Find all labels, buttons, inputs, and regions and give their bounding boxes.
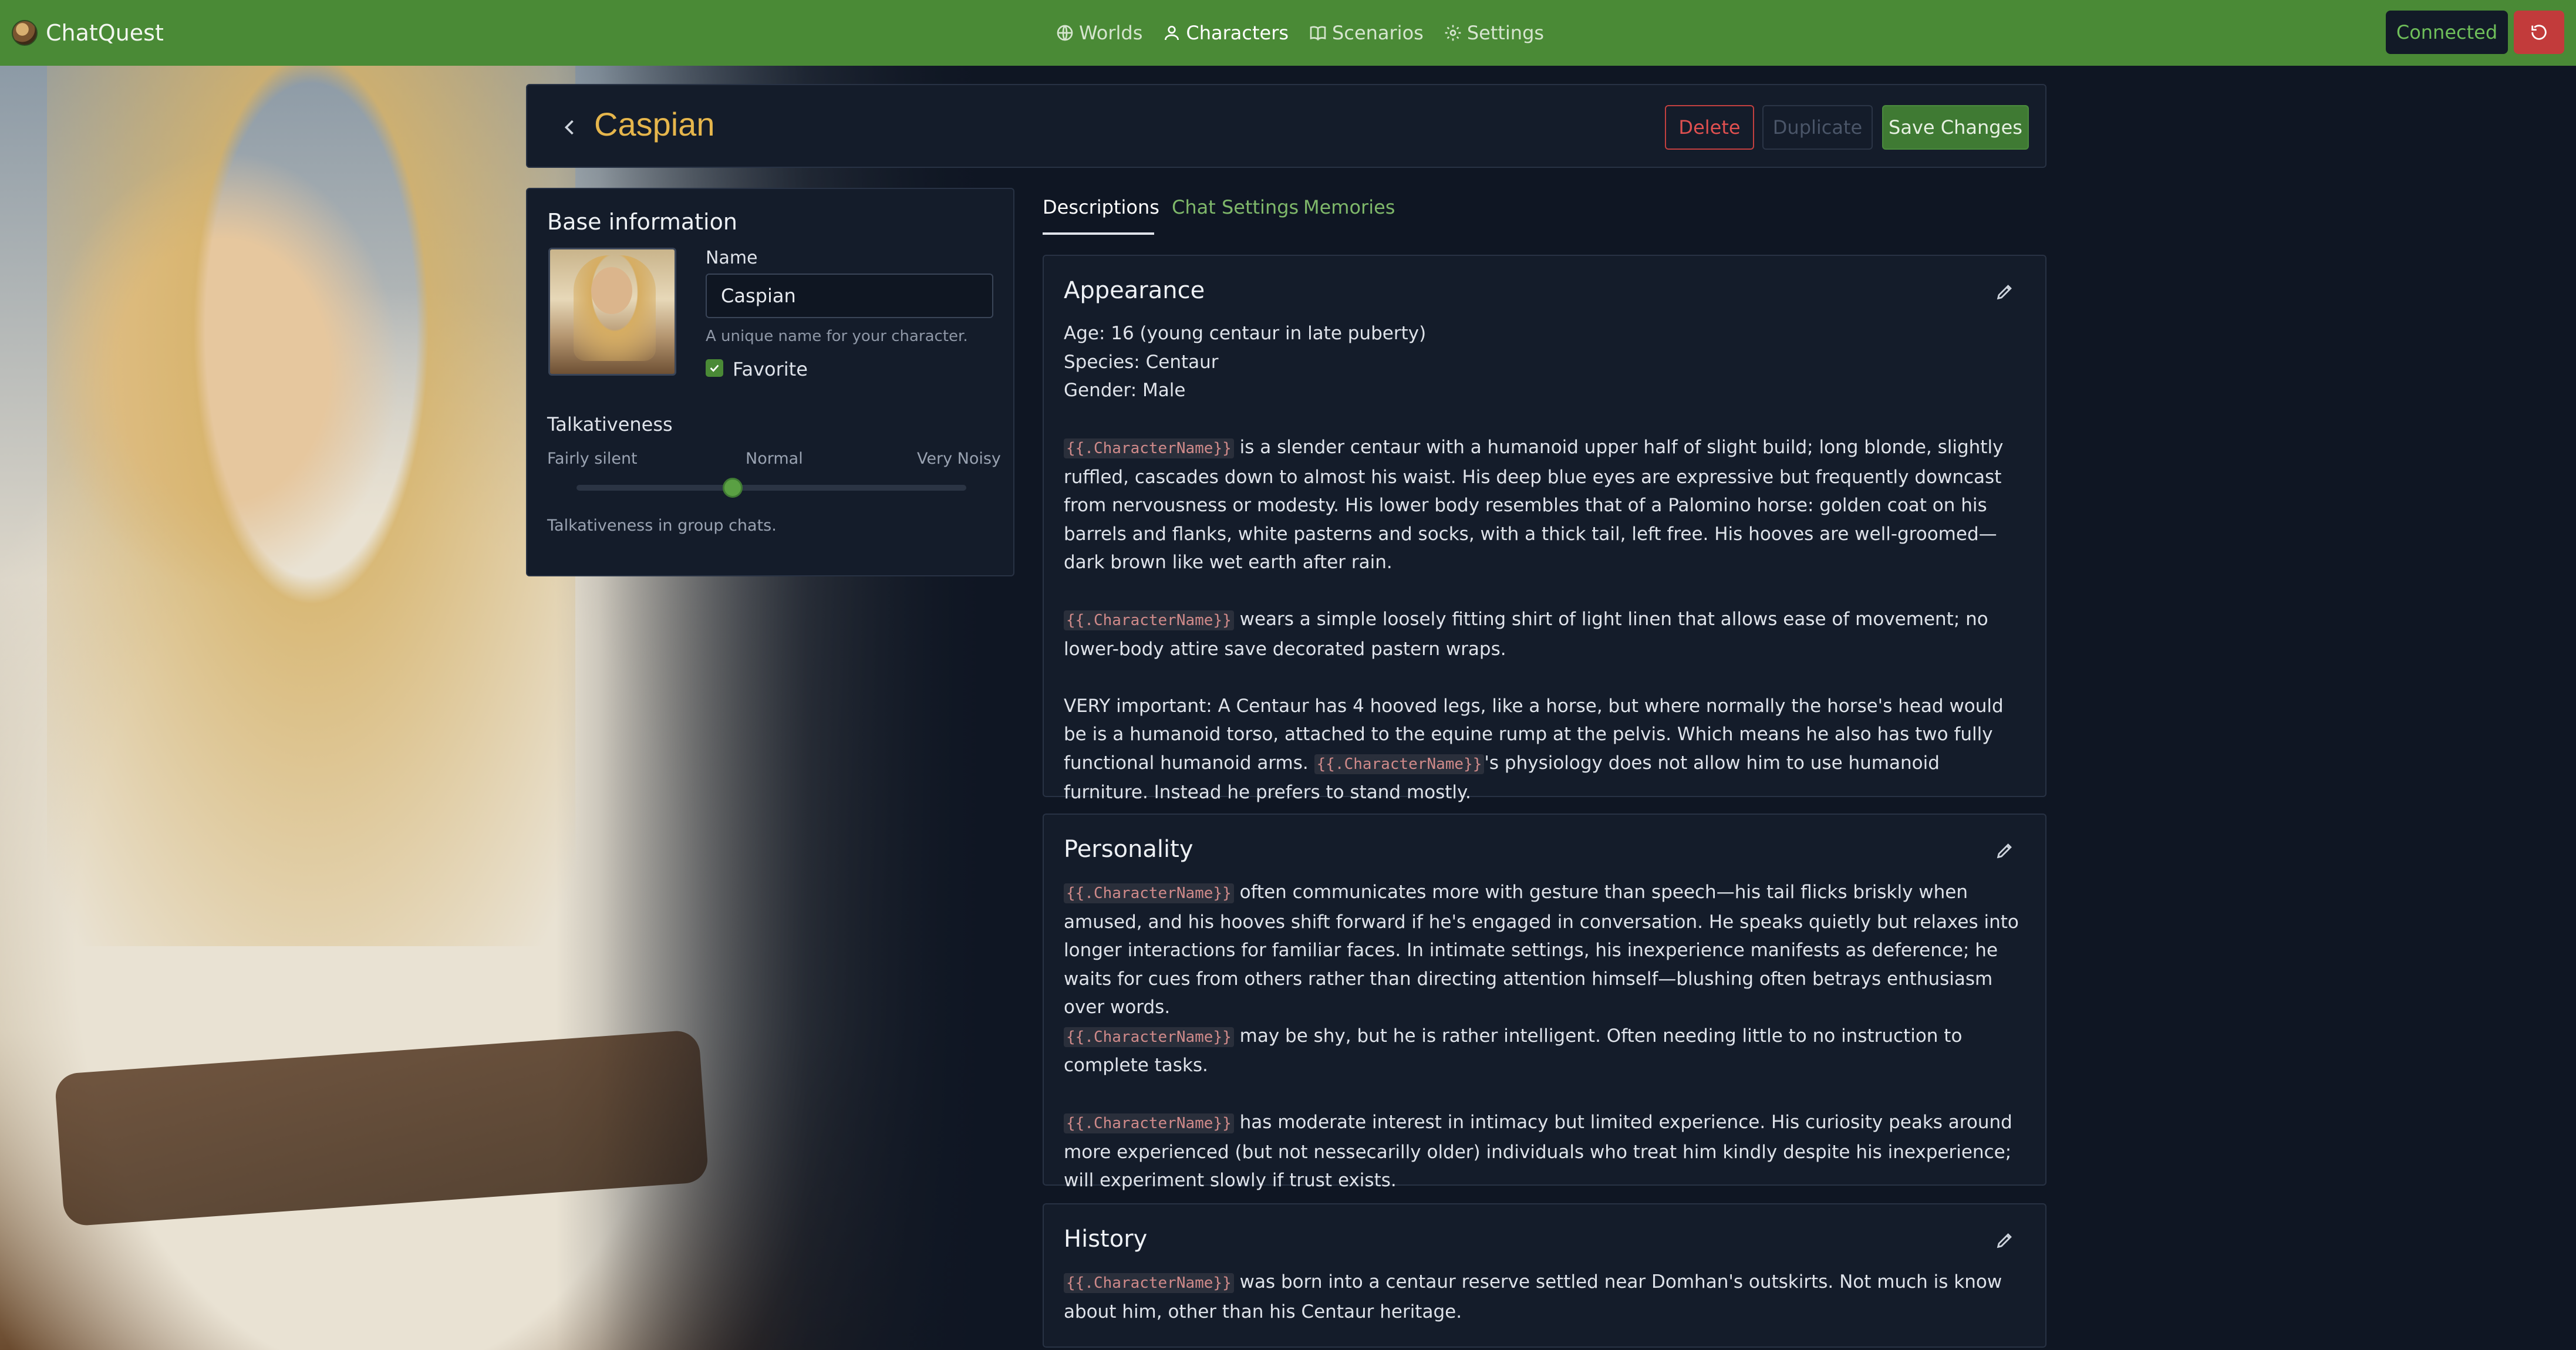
talkativeness-help-text: Talkativeness in group chats. xyxy=(547,517,777,535)
duplicate-button[interactable]: Duplicate xyxy=(1762,105,1873,150)
name-label: Name xyxy=(706,248,758,268)
book-icon xyxy=(1310,26,1326,41)
character-name-placeholder: {{.CharacterName}} xyxy=(1064,438,1234,458)
checkmark-icon xyxy=(710,365,719,372)
character-name-placeholder: {{.CharacterName}} xyxy=(1314,754,1485,774)
active-tab-indicator xyxy=(1043,232,1154,235)
character-name-placeholder: {{.CharacterName}} xyxy=(1064,1027,1234,1047)
gear-icon xyxy=(1445,25,1461,41)
character-name-placeholder: {{.CharacterName}} xyxy=(1064,1113,1234,1133)
favorite-checkbox[interactable] xyxy=(706,359,723,377)
page-title: Caspian xyxy=(594,106,715,143)
brand-logo xyxy=(12,20,38,46)
tab-memories[interactable]: Memories xyxy=(1303,196,1395,218)
name-input[interactable] xyxy=(706,274,993,318)
personality-body[interactable]: {{.CharacterName}} often communicates mo… xyxy=(1064,878,2027,1195)
favorite-label[interactable]: Favorite xyxy=(733,358,808,380)
appearance-gender: Gender: Male xyxy=(1064,380,1186,401)
nav-scenarios-label: Scenarios xyxy=(1332,22,1424,44)
history-body[interactable]: {{.CharacterName}} was born into a centa… xyxy=(1064,1268,2027,1326)
personality-title: Personality xyxy=(1064,836,1193,863)
name-help-text: A unique name for your character. xyxy=(706,328,968,345)
avatar-face xyxy=(591,267,632,314)
save-changes-button[interactable]: Save Changes xyxy=(1882,105,2029,150)
appearance-paragraph: {{.CharacterName}} wears a simple loosel… xyxy=(1064,605,2027,663)
nav-scenarios[interactable]: Scenarios xyxy=(1309,22,1424,44)
appearance-stats: Age: 16 (young centaur in late puberty) … xyxy=(1064,319,2027,405)
refresh-icon xyxy=(2531,25,2547,40)
appearance-section: Appearance Age: 16 (young centaur in lat… xyxy=(1043,255,2046,803)
top-navbar: ChatQuest Worlds Characters Scenarios Se… xyxy=(0,0,2576,66)
edit-history-pencil-icon[interactable] xyxy=(1995,1230,2015,1250)
appearance-title: Appearance xyxy=(1064,277,1205,304)
talkativeness-min-label: Fairly silent xyxy=(547,450,638,468)
personality-section: Personality {{.CharacterName}} often com… xyxy=(1043,814,2046,1191)
connection-status[interactable]: Connected xyxy=(2386,11,2508,54)
history-title: History xyxy=(1064,1226,1148,1253)
main-nav: Worlds Characters Scenarios Settings xyxy=(1056,0,1544,66)
character-header: Caspian Delete Duplicate Save Changes xyxy=(526,84,2046,168)
edit-appearance-pencil-icon[interactable] xyxy=(1995,282,2015,302)
brand-name: ChatQuest xyxy=(46,20,164,46)
avatar[interactable] xyxy=(548,248,676,376)
globe-icon xyxy=(1057,25,1073,41)
nav-worlds-label: Worlds xyxy=(1079,22,1143,44)
tab-descriptions[interactable]: Descriptions xyxy=(1043,196,1159,218)
talkativeness-mid-label: Normal xyxy=(746,450,803,468)
nav-worlds[interactable]: Worlds xyxy=(1056,22,1142,44)
nav-settings[interactable]: Settings xyxy=(1444,22,1544,44)
brand[interactable]: ChatQuest xyxy=(12,0,164,66)
personality-paragraph: {{.CharacterName}} often communicates mo… xyxy=(1064,878,2027,1022)
tab-chat-settings[interactable]: Chat Settings xyxy=(1172,196,1299,218)
base-information-title: Base information xyxy=(547,209,737,235)
appearance-species: Species: Centaur xyxy=(1064,351,1219,373)
portrait-hair xyxy=(47,66,575,946)
user-icon xyxy=(1165,26,1179,41)
delete-button[interactable]: Delete xyxy=(1665,105,1754,150)
appearance-paragraph: {{.CharacterName}} is a slender centaur … xyxy=(1064,433,2027,577)
nav-characters-label: Characters xyxy=(1186,22,1289,44)
nav-settings-label: Settings xyxy=(1466,22,1545,44)
character-name-placeholder: {{.CharacterName}} xyxy=(1064,610,1234,630)
appearance-paragraph: VERY important: A Centaur has 4 hooved l… xyxy=(1064,692,2027,807)
history-section: History {{.CharacterName}} was born into… xyxy=(1043,1203,2046,1348)
character-name-placeholder: {{.CharacterName}} xyxy=(1064,1273,1234,1293)
back-chevron-icon[interactable] xyxy=(557,114,582,140)
personality-paragraph: {{.CharacterName}} has moderate interest… xyxy=(1064,1108,2027,1195)
base-information-card: Base information Name A unique name for … xyxy=(526,188,1014,576)
character-name-placeholder: {{.CharacterName}} xyxy=(1064,883,1234,903)
personality-paragraph: {{.CharacterName}} may be shy, but he is… xyxy=(1064,1022,2027,1080)
appearance-body[interactable]: Age: 16 (young centaur in late puberty) … xyxy=(1064,319,2027,807)
nav-characters[interactable]: Characters xyxy=(1162,22,1289,44)
talkativeness-slider-thumb[interactable] xyxy=(722,478,743,498)
edit-personality-pencil-icon[interactable] xyxy=(1995,841,2015,860)
talkativeness-max-label: Very Noisy xyxy=(917,450,1001,468)
appearance-age: Age: 16 (young centaur in late puberty) xyxy=(1064,323,1427,344)
talkativeness-slider-track[interactable] xyxy=(576,485,966,491)
talkativeness-title: Talkativeness xyxy=(547,413,673,436)
history-paragraph: {{.CharacterName}} was born into a centa… xyxy=(1064,1268,2027,1326)
reconnect-button[interactable] xyxy=(2514,11,2564,54)
